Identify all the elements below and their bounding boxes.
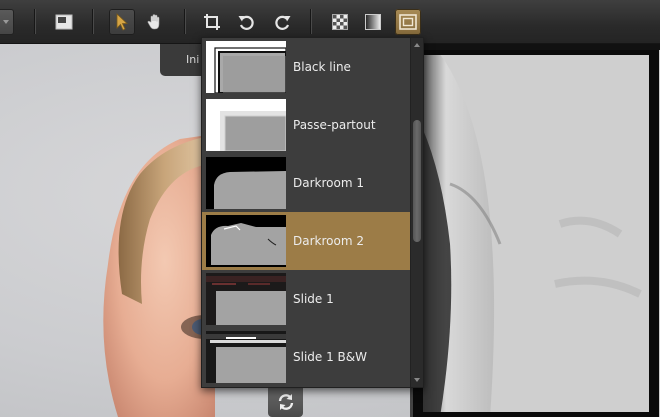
layout-button[interactable] bbox=[51, 9, 77, 35]
hand-pan-icon bbox=[147, 14, 160, 30]
scroll-up-icon[interactable] bbox=[414, 43, 420, 47]
frame-thumbnail bbox=[206, 99, 286, 151]
checkerboard-icon bbox=[332, 14, 348, 30]
view-dropdown[interactable] bbox=[0, 9, 14, 35]
frame-option-label: Black line bbox=[293, 60, 351, 74]
background-button[interactable] bbox=[360, 9, 386, 35]
frame-icon bbox=[399, 14, 417, 30]
transparency-button[interactable] bbox=[327, 9, 353, 35]
layout-icon bbox=[55, 14, 73, 30]
frame-option[interactable]: Darkroom 1 bbox=[202, 154, 410, 212]
refresh-icon bbox=[278, 393, 293, 410]
menu-scrollbar[interactable] bbox=[410, 38, 423, 387]
rotate-left-button[interactable] bbox=[233, 9, 259, 35]
info-tab-label: Ini bbox=[186, 53, 200, 66]
rotate-left-icon bbox=[238, 15, 254, 30]
gradient-square-icon bbox=[365, 14, 381, 30]
frame-option-label: Darkroom 1 bbox=[293, 176, 364, 190]
toolbar-separator bbox=[92, 9, 93, 34]
frame-option[interactable]: Slide 1 B&W bbox=[202, 328, 410, 386]
frame-option[interactable]: Darkroom 2 bbox=[202, 212, 410, 270]
rotate-right-icon bbox=[275, 15, 291, 30]
frame-thumbnail bbox=[206, 215, 286, 267]
frame-thumbnail bbox=[206, 157, 286, 209]
frame-style-list: Black line Passe-partout Darkroom 1 Dark… bbox=[202, 38, 410, 386]
crop-button[interactable] bbox=[199, 9, 225, 35]
toolbar-separator bbox=[34, 9, 35, 34]
hand-tool-button[interactable] bbox=[142, 9, 168, 35]
rotate-right-button[interactable] bbox=[270, 9, 296, 35]
frame-option-label: Slide 1 bbox=[293, 292, 334, 306]
scroll-down-icon[interactable] bbox=[414, 378, 420, 382]
toolbar-separator bbox=[310, 9, 311, 34]
frame-option-label: Darkroom 2 bbox=[293, 234, 364, 248]
chevron-down-icon bbox=[3, 20, 9, 24]
refresh-button[interactable] bbox=[268, 386, 303, 417]
frame-thumbnail bbox=[206, 41, 286, 93]
frame-option[interactable]: Passe-partout bbox=[202, 96, 410, 154]
frame-option[interactable]: Slide 1 bbox=[202, 270, 410, 328]
frame-option-label: Slide 1 B&W bbox=[293, 350, 368, 364]
frame-option-label: Passe-partout bbox=[293, 118, 376, 132]
toolbar-separator bbox=[184, 9, 185, 34]
frame-option[interactable]: Black line bbox=[202, 38, 410, 96]
frame-style-menu: Black line Passe-partout Darkroom 1 Dark… bbox=[201, 37, 424, 388]
pointer-arrow-icon bbox=[116, 13, 129, 31]
frame-thumbnail bbox=[206, 331, 286, 383]
frame-thumbnail bbox=[206, 273, 286, 325]
frame-button[interactable] bbox=[395, 9, 421, 35]
pointer-tool-button[interactable] bbox=[109, 9, 135, 35]
scrollbar-thumb[interactable] bbox=[413, 120, 421, 243]
crop-icon bbox=[204, 14, 220, 30]
